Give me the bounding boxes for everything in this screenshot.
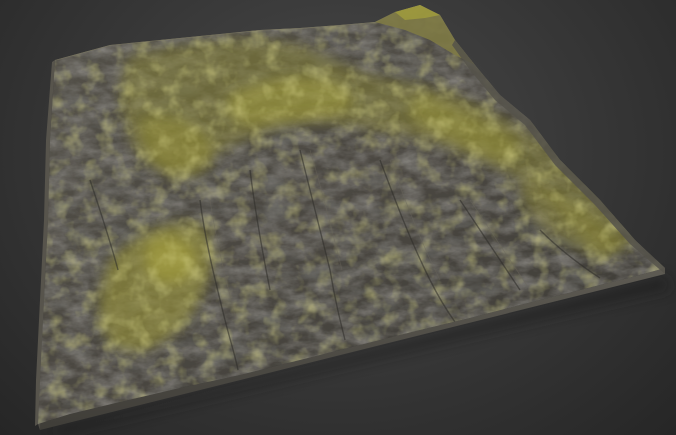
3d-viewport[interactable] [0,0,676,435]
terrain-render [35,5,672,435]
